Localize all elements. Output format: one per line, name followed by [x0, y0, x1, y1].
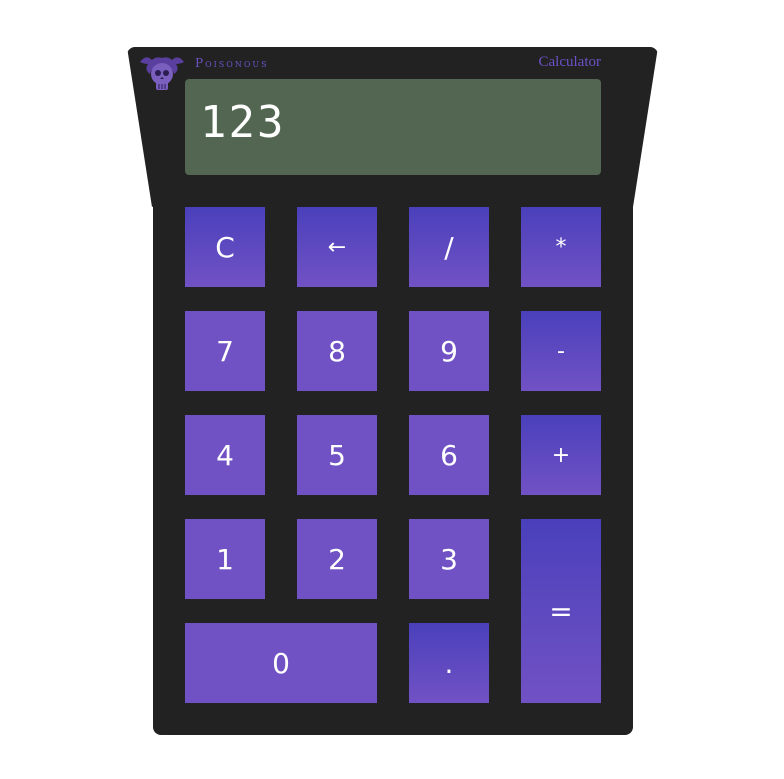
- display-value: 123: [200, 97, 286, 148]
- eight-button[interactable]: 8: [297, 311, 377, 391]
- backspace-button[interactable]: ←: [297, 207, 377, 287]
- plus-button[interactable]: +: [521, 415, 601, 495]
- four-button[interactable]: 4: [185, 415, 265, 495]
- minus-button[interactable]: -: [521, 311, 601, 391]
- seven-button[interactable]: 7: [185, 311, 265, 391]
- multiply-button[interactable]: *: [521, 207, 601, 287]
- six-button[interactable]: 6: [409, 415, 489, 495]
- clear-button[interactable]: C: [185, 207, 265, 287]
- five-button[interactable]: 5: [297, 415, 377, 495]
- divide-button[interactable]: /: [409, 207, 489, 287]
- equals-button[interactable]: =: [521, 519, 601, 703]
- zero-button[interactable]: 0: [185, 623, 377, 703]
- skull-icon: [136, 52, 188, 92]
- nine-button[interactable]: 9: [409, 311, 489, 391]
- app-title: Calculator: [538, 54, 601, 70]
- display-screen: 123: [185, 79, 601, 175]
- decimal-button[interactable]: .: [409, 623, 489, 703]
- brand-name: Poisonous: [195, 56, 269, 70]
- one-button[interactable]: 1: [185, 519, 265, 599]
- three-button[interactable]: 3: [409, 519, 489, 599]
- two-button[interactable]: 2: [297, 519, 377, 599]
